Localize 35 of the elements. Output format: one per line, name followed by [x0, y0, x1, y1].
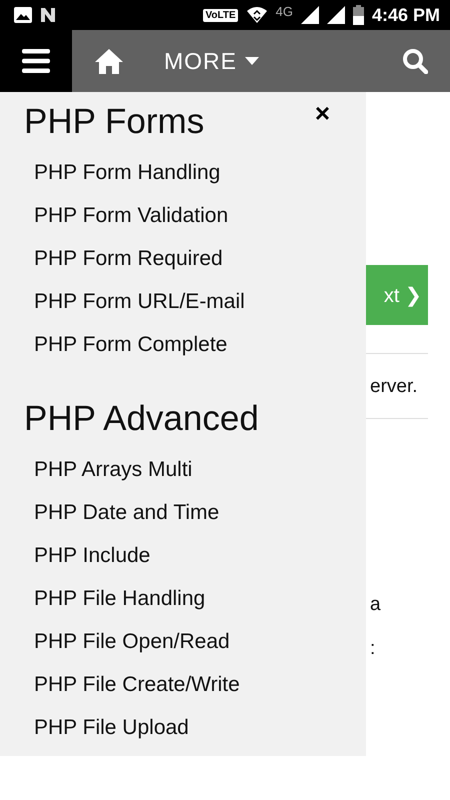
section-heading: PHP Advanced	[24, 399, 260, 439]
signal-icon	[326, 6, 345, 24]
sidebar-link[interactable]: PHP Form Handling	[0, 152, 366, 195]
signal-icon	[300, 6, 319, 24]
close-button[interactable]: ×	[314, 98, 330, 129]
sidebar-link[interactable]: PHP File Handling	[0, 578, 366, 621]
network-type: 4G	[276, 4, 293, 18]
sidebar-link[interactable]: PHP Form Validation	[0, 195, 366, 238]
body-text: :	[370, 638, 376, 660]
menu-button[interactable]	[0, 30, 72, 92]
sidebar-link[interactable]: PHP Form Required	[0, 238, 366, 281]
home-icon	[94, 48, 124, 74]
body-text: erver.	[370, 376, 419, 398]
battery-icon	[352, 5, 364, 25]
volte-badge: VoLTE	[203, 8, 238, 22]
sidebar-link[interactable]: PHP Form Complete	[0, 324, 366, 367]
wifi-icon	[246, 6, 268, 24]
sidebar-link[interactable]: PHP File Create/Write	[0, 664, 366, 707]
sidebar-link[interactable]: PHP File Open/Read	[0, 621, 366, 664]
search-icon	[402, 48, 428, 74]
sidebar-link[interactable]: PHP Arrays Multi	[0, 449, 366, 492]
sidebar-link[interactable]: PHP File Upload	[0, 707, 366, 750]
section-heading: PHP Forms	[24, 102, 206, 142]
more-menu-button[interactable]: MORE	[164, 48, 259, 74]
search-button[interactable]	[402, 48, 428, 74]
home-button[interactable]	[94, 48, 124, 74]
clock-time: 4:46 PM	[372, 4, 440, 26]
body-text: a	[370, 594, 382, 616]
n-logo-icon	[40, 7, 56, 23]
menu-icon	[22, 49, 50, 73]
sidebar-link[interactable]: PHP Include	[0, 535, 366, 578]
caret-icon	[245, 57, 259, 65]
sidebar-link[interactable]: PHP Date and Time	[0, 492, 366, 535]
image-icon	[14, 7, 32, 23]
sidebar-link[interactable]: PHP Form URL/E-mail	[0, 281, 366, 324]
